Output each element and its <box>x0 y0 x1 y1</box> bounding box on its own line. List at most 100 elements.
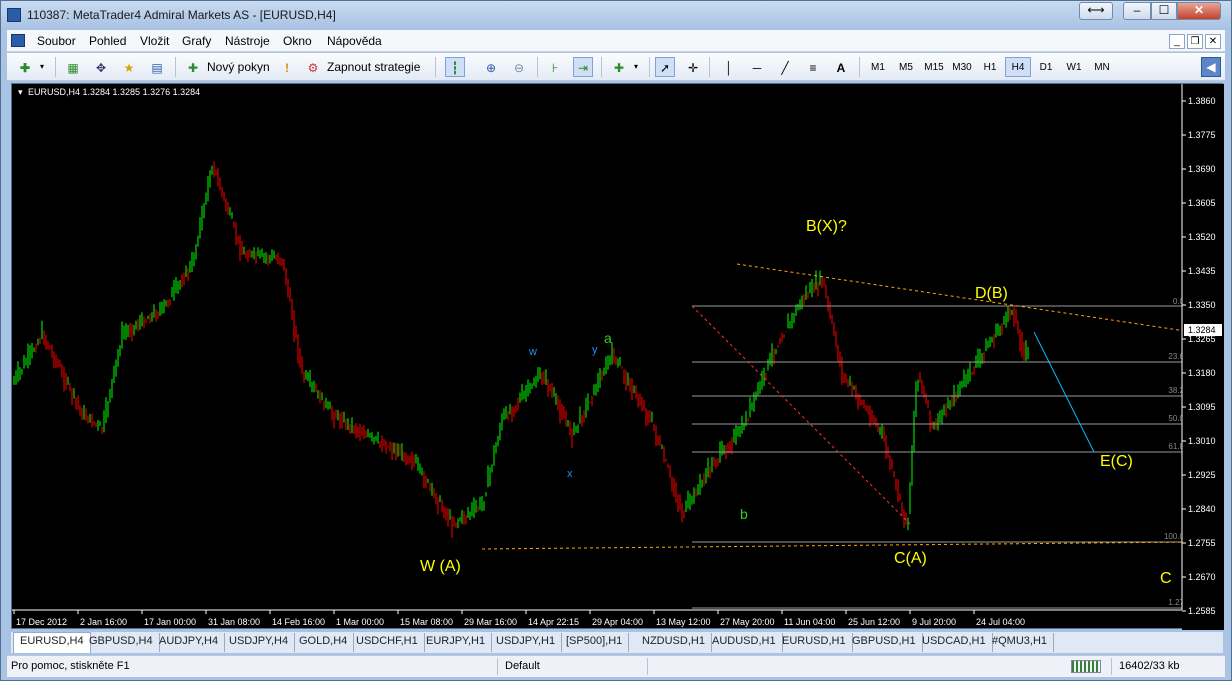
chart-tab[interactable]: GBPUSD,H1 <box>846 633 923 652</box>
time-tick-label: 31 Jan 08:00 <box>208 617 260 627</box>
chart-area[interactable]: 0.0 23.6 38.2 50.0 61.8 100.0 1.27 W (A)… <box>11 83 1224 630</box>
favorites-star-icon[interactable]: ★ <box>119 57 139 77</box>
time-tick-label: 29 Apr 04:00 <box>592 617 643 627</box>
status-help-text: Pro pomoc, stiskněte F1 <box>11 660 130 672</box>
chart-tab[interactable]: USDCHF,H1 <box>350 633 425 652</box>
time-axis: 17 Dec 2012 2 Jan 16:00 17 Jan 00:00 31 Jan… <box>13 610 1025 627</box>
projection-line[interactable] <box>1033 331 1095 453</box>
bar-chart-icon[interactable]: ┇ <box>445 57 465 77</box>
profiles-icon[interactable]: ▦ <box>63 57 83 77</box>
menu-vlozit[interactable]: Vložit <box>140 34 169 48</box>
fib-diagonal[interactable] <box>691 305 911 525</box>
doc-restore-button[interactable]: ❐ <box>1187 34 1203 49</box>
tf-m15[interactable]: M15 <box>921 57 947 77</box>
strategy-icon[interactable]: ⚙ <box>303 57 323 77</box>
resize-arrows-icon[interactable]: ⟷ <box>1079 2 1113 20</box>
zoom-out-icon[interactable]: ⊖ <box>509 57 529 77</box>
trendline-icon[interactable]: ╱ <box>775 57 795 77</box>
wave-label-ca[interactable]: C(A) <box>894 550 927 567</box>
tf-mn[interactable]: MN <box>1089 57 1115 77</box>
wave-label-y[interactable]: y <box>592 344 598 356</box>
warning-icon[interactable]: ! <box>277 57 297 77</box>
window-title: 110387: MetaTrader4 Admiral Markets AS -… <box>27 8 336 22</box>
wave-label-c[interactable]: C <box>1160 570 1172 587</box>
time-tick-label: 25 Jun 12:00 <box>848 617 900 627</box>
cursor-icon[interactable]: ➚ <box>655 57 675 77</box>
chart-tab[interactable]: NZDUSD,H1 <box>636 633 712 652</box>
chart-tab[interactable]: USDCAD,H1 <box>916 633 993 652</box>
doc-close-button[interactable]: ✕ <box>1205 34 1221 49</box>
chart-tab[interactable]: EURUSD,H4 <box>13 632 91 653</box>
tf-d1[interactable]: D1 <box>1033 57 1059 77</box>
zoom-in-icon[interactable]: ⊕ <box>481 57 501 77</box>
wave-label-b[interactable]: b <box>740 506 748 522</box>
time-tick-label: 1 Mar 00:00 <box>336 617 384 627</box>
terminal-window-icon[interactable]: ▤ <box>147 57 167 77</box>
chart-tab[interactable]: GOLD,H4 <box>293 633 355 652</box>
maximize-button[interactable]: ☐ <box>1151 2 1177 20</box>
wave-label-bx[interactable]: B(X)? <box>806 218 847 235</box>
menu-napoveda[interactable]: Nápověda <box>327 34 382 48</box>
new-chart-icon[interactable]: ✚ <box>15 57 35 77</box>
tf-h1[interactable]: H1 <box>977 57 1003 77</box>
horizontal-line-icon[interactable]: ─ <box>747 57 767 77</box>
wave-label-w-a[interactable]: W (A) <box>420 558 461 575</box>
lower-trendline[interactable] <box>481 541 1193 550</box>
chart-tab[interactable]: USDJPY,H4 <box>223 633 296 652</box>
minimize-button[interactable]: – <box>1123 2 1151 20</box>
menu-okno[interactable]: Okno <box>283 34 312 48</box>
doc-minimize-button[interactable]: _ <box>1169 34 1185 49</box>
chart-tab[interactable]: USDJPY,H1 <box>490 633 563 652</box>
wave-label-a[interactable]: a <box>604 330 612 346</box>
wave-label-x[interactable]: x <box>567 468 573 480</box>
chart-shift-icon[interactable]: ⊦ <box>545 57 565 77</box>
status-traffic: 16402/33 kb <box>1119 660 1180 672</box>
time-tick-label: 13 May 12:00 <box>656 617 711 627</box>
close-button[interactable]: ✕ <box>1177 2 1221 20</box>
chart-header-arrow-icon[interactable]: ▾ <box>18 87 23 97</box>
wave-label-w[interactable]: w <box>528 346 537 358</box>
price-tick-label: 1.2840 <box>1188 504 1216 514</box>
menu-pohled[interactable]: Pohled <box>89 34 126 48</box>
price-chart[interactable]: 0.0 23.6 38.2 50.0 61.8 100.0 1.27 W (A)… <box>12 84 1224 630</box>
vertical-line-icon[interactable]: │ <box>719 57 739 77</box>
equidistant-channel-icon[interactable]: ≡ <box>803 57 823 77</box>
chart-tab[interactable]: EURUSD,H1 <box>776 633 853 652</box>
text-tool-icon[interactable]: A <box>831 57 851 77</box>
menu-nastroje[interactable]: Nástroje <box>225 34 270 48</box>
price-tick-label: 1.3520 <box>1188 232 1216 242</box>
chart-tab[interactable]: AUDUSD,H1 <box>706 633 783 652</box>
price-tick-label: 1.3775 <box>1188 130 1216 140</box>
indicators-icon[interactable]: ✚ <box>609 57 629 77</box>
tf-w1[interactable]: W1 <box>1061 57 1087 77</box>
upper-trendline[interactable] <box>736 263 1193 333</box>
current-price-label: 1.3284 <box>1188 325 1216 335</box>
menu-soubor[interactable]: Soubor <box>37 34 76 48</box>
chart-tab[interactable]: AUDJPY,H4 <box>153 633 226 652</box>
price-tick-label: 1.2585 <box>1188 606 1216 616</box>
chart-tab[interactable]: #QMU3,H1 <box>986 633 1055 652</box>
app-icon <box>7 8 21 22</box>
crosshair-icon[interactable]: ✛ <box>683 57 703 77</box>
menu-grafy[interactable]: Grafy <box>182 34 211 48</box>
expand-panel-icon[interactable]: ◀ <box>1201 57 1221 77</box>
wave-label-db[interactable]: D(B) <box>975 285 1008 302</box>
strategy-button[interactable]: Zapnout strategie <box>327 57 427 77</box>
tf-h4[interactable]: H4 <box>1005 57 1031 77</box>
chevron-down-icon[interactable]: ▾ <box>631 57 641 77</box>
new-order-button[interactable]: Nový pokyn <box>207 57 273 77</box>
chart-tab[interactable]: GBPUSD,H4 <box>83 633 160 652</box>
chevron-down-icon[interactable]: ▾ <box>37 57 47 77</box>
crosshair-nav-icon[interactable]: ✥ <box>91 57 111 77</box>
autoscroll-icon[interactable]: ⇥ <box>573 57 593 77</box>
chart-tab[interactable]: EURJPY,H1 <box>420 633 493 652</box>
chart-tab[interactable]: [SP500],H1 <box>560 633 630 652</box>
tf-m30[interactable]: M30 <box>949 57 975 77</box>
new-order-icon[interactable]: ✚ <box>183 57 203 77</box>
wave-label-ec[interactable]: E(C) <box>1100 453 1133 470</box>
tf-m1[interactable]: M1 <box>865 57 891 77</box>
time-tick-label: 17 Dec 2012 <box>16 617 67 627</box>
document-icon[interactable] <box>11 34 25 47</box>
price-tick-label: 1.2670 <box>1188 572 1216 582</box>
tf-m5[interactable]: M5 <box>893 57 919 77</box>
